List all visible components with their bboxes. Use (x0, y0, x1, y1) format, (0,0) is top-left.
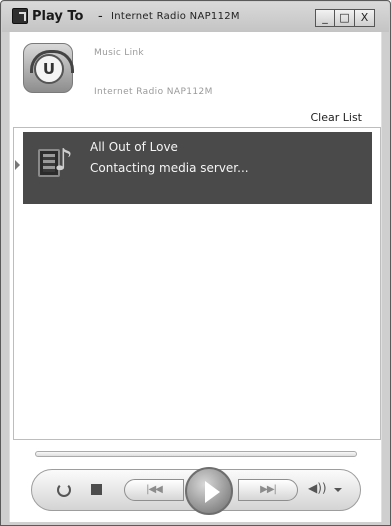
clear-list-link[interactable]: Clear List (311, 111, 363, 124)
list-item[interactable]: ♪ All Out of Love Contacting media serve… (23, 132, 372, 204)
media-icon: ♪ (38, 143, 74, 183)
repeat-icon[interactable] (57, 483, 71, 497)
current-item-indicator-icon (15, 160, 20, 170)
seek-bar[interactable] (35, 451, 357, 457)
music-link-logo-icon: U (23, 43, 74, 93)
minimize-button[interactable]: _ (315, 9, 335, 27)
player-controls: |◀◀ ▶▶| ◀)) (31, 467, 361, 515)
window-title: Play To (32, 9, 84, 24)
chevron-down-icon[interactable] (334, 488, 342, 492)
track-title: All Out of Love (90, 140, 178, 154)
stop-icon[interactable] (91, 484, 102, 495)
title-separator: - (98, 9, 103, 24)
previous-button[interactable]: |◀◀ (124, 479, 184, 501)
maximize-button[interactable]: □ (335, 9, 355, 27)
window-controls: _ □ X (315, 9, 375, 27)
play-to-window: Play To - Internet Radio NAP112M _ □ X U… (0, 0, 391, 526)
client-area: U Music Link Internet Radio NAP112M Clea… (9, 32, 382, 522)
track-status: Contacting media server... (90, 161, 249, 175)
music-note-icon: ♪ (54, 143, 74, 178)
playlist: ♪ All Out of Love Contacting media serve… (13, 127, 381, 440)
title-bar[interactable]: Play To - Internet Radio NAP112M _ □ X (2, 2, 389, 32)
next-button[interactable]: ▶▶| (238, 479, 298, 501)
device-model: Internet Radio NAP112M (94, 87, 213, 97)
play-icon[interactable] (185, 467, 233, 515)
title-device-name: Internet Radio NAP112M (111, 11, 240, 22)
logo-letter: U (30, 50, 74, 84)
app-icon (12, 8, 28, 24)
device-name: Music Link (94, 48, 144, 58)
close-button[interactable]: X (355, 9, 375, 27)
